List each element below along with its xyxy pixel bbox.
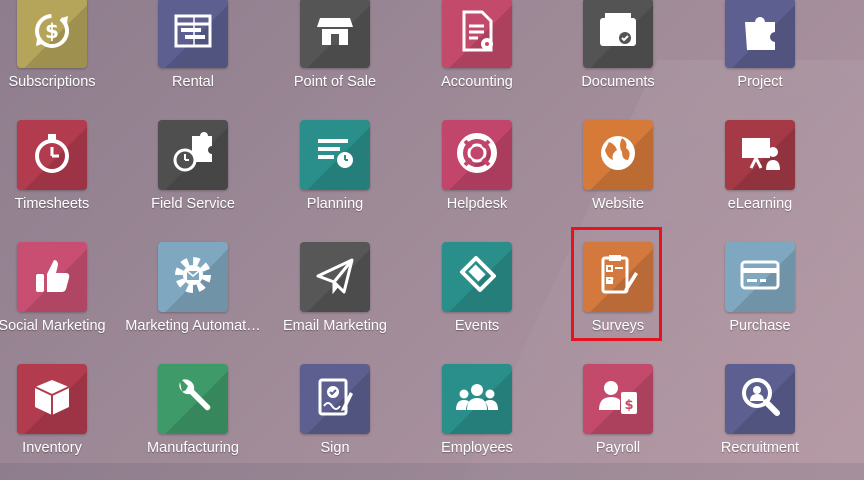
timesheets-icon [29, 130, 75, 181]
documents-icon [595, 8, 641, 59]
app-label: Marketing Automat… [125, 318, 261, 334]
app-label: Rental [172, 74, 214, 90]
events-icon [454, 252, 500, 303]
app-payroll[interactable]: $ Payroll [547, 364, 689, 479]
app-tile[interactable] [17, 364, 87, 434]
app-label: Planning [306, 196, 364, 212]
app-marketing-automat[interactable]: Marketing Automat… [122, 242, 264, 357]
app-label: Subscriptions [8, 74, 96, 90]
app-label: Email Marketing [283, 318, 387, 334]
subscriptions-icon: $ [29, 8, 75, 59]
app-tile[interactable] [17, 120, 87, 190]
svg-text:$: $ [624, 398, 633, 413]
employees-icon [454, 374, 500, 425]
app-tile[interactable] [442, 364, 512, 434]
app-rental[interactable]: Rental [122, 0, 264, 113]
app-tile[interactable] [300, 364, 370, 434]
app-tile[interactable] [442, 120, 512, 190]
app-tile[interactable]: $ [17, 0, 87, 68]
app-events[interactable]: Events [406, 242, 548, 357]
app-tile[interactable] [725, 364, 795, 434]
app-label: Field Service [151, 196, 235, 212]
app-tile[interactable] [158, 242, 228, 312]
payroll-icon: $ [595, 374, 641, 425]
app-label: Social Marketing [0, 318, 106, 334]
app-tile[interactable] [725, 120, 795, 190]
app-point-of-sale[interactable]: Point of Sale [264, 0, 406, 113]
app-tile[interactable] [583, 120, 653, 190]
app-label: Helpdesk [446, 196, 508, 212]
app-tile[interactable] [300, 0, 370, 68]
app-tile[interactable]: $ [583, 364, 653, 434]
app-label: Project [737, 74, 783, 90]
app-inventory[interactable]: Inventory [0, 364, 123, 479]
inventory-icon [29, 374, 75, 425]
app-employees[interactable]: Employees [406, 364, 548, 479]
app-email-marketing[interactable]: Email Marketing [264, 242, 406, 357]
app-tile[interactable] [725, 0, 795, 68]
app-tile[interactable] [583, 242, 653, 312]
app-sign[interactable]: Sign [264, 364, 406, 479]
app-tile[interactable] [725, 242, 795, 312]
website-icon [595, 130, 641, 181]
app-documents[interactable]: Documents [547, 0, 689, 113]
app-label: Point of Sale [293, 74, 377, 90]
email-marketing-icon [312, 252, 358, 303]
app-helpdesk[interactable]: Helpdesk [406, 120, 548, 235]
app-label: Events [454, 318, 500, 334]
accounting-icon [454, 8, 500, 59]
app-label: Payroll [595, 440, 641, 456]
app-label: Timesheets [14, 196, 90, 212]
sign-icon [312, 374, 358, 425]
app-field-service[interactable]: Field Service [122, 120, 264, 235]
planning-icon [312, 130, 358, 181]
app-tile[interactable] [158, 0, 228, 68]
point-of-sale-icon [312, 8, 358, 59]
app-social-marketing[interactable]: Social Marketing [0, 242, 123, 357]
app-project[interactable]: Project [689, 0, 831, 113]
app-website[interactable]: Website [547, 120, 689, 235]
app-tile[interactable] [300, 242, 370, 312]
app-tile[interactable] [158, 120, 228, 190]
svg-text:$: $ [45, 19, 59, 43]
app-label: Website [591, 196, 645, 212]
app-label: Recruitment [720, 440, 800, 456]
app-accounting[interactable]: Accounting [406, 0, 548, 113]
app-label: Surveys [591, 318, 645, 334]
manufacturing-icon [170, 374, 216, 425]
rental-icon [170, 8, 216, 59]
app-tile[interactable] [583, 0, 653, 68]
app-label: Sign [320, 440, 350, 456]
app-label: Manufacturing [147, 440, 239, 456]
purchase-icon [737, 252, 783, 303]
app-tile[interactable] [300, 120, 370, 190]
marketing-automation-icon [170, 252, 216, 303]
app-surveys[interactable]: Surveys [547, 242, 689, 357]
app-tile[interactable] [442, 0, 512, 68]
app-timesheets[interactable]: Timesheets [0, 120, 123, 235]
app-purchase[interactable]: Purchase [689, 242, 831, 357]
app-subscriptions[interactable]: $ Subscriptions [0, 0, 123, 113]
recruitment-icon [737, 374, 783, 425]
app-planning[interactable]: Planning [264, 120, 406, 235]
elearning-icon [737, 130, 783, 181]
app-manufacturing[interactable]: Manufacturing [122, 364, 264, 479]
app-recruitment[interactable]: Recruitment [689, 364, 831, 479]
app-label: Purchase [729, 318, 791, 334]
field-service-icon [170, 130, 216, 181]
app-label: Accounting [441, 74, 513, 90]
app-elearning[interactable]: eLearning [689, 120, 831, 235]
app-label: Employees [441, 440, 513, 456]
app-label: Inventory [22, 440, 82, 456]
app-tile[interactable] [442, 242, 512, 312]
project-icon [737, 8, 783, 59]
social-marketing-icon [29, 252, 75, 303]
app-label: eLearning [727, 196, 793, 212]
app-label: Documents [581, 74, 655, 90]
app-tile[interactable] [17, 242, 87, 312]
app-tile[interactable] [158, 364, 228, 434]
helpdesk-icon [454, 130, 500, 181]
surveys-icon [595, 252, 641, 303]
